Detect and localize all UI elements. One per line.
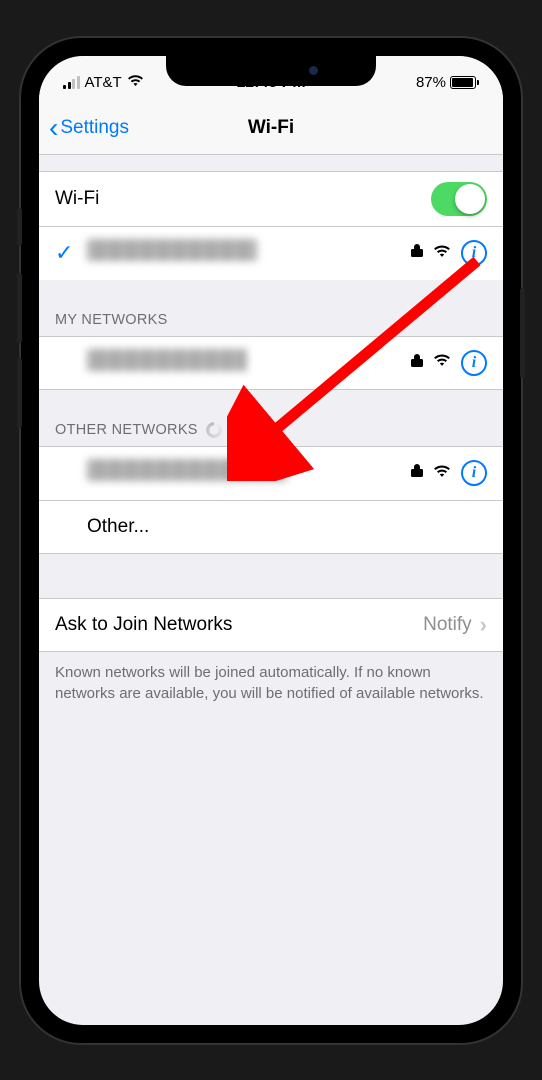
lock-icon	[411, 463, 423, 483]
battery-pct: 87%	[416, 74, 446, 91]
section-my-networks: MY NETWORKS	[39, 280, 503, 336]
wifi-strength-icon	[433, 464, 451, 483]
wifi-strength-icon	[433, 244, 451, 263]
wifi-toggle-row: Wi-Fi	[39, 171, 503, 226]
info-button[interactable]: i	[461, 460, 487, 486]
wifi-status-icon	[127, 74, 144, 91]
lock-icon	[411, 243, 423, 263]
ssid-obscured	[87, 459, 287, 481]
connected-network-row[interactable]: ✓ i	[39, 226, 503, 280]
wifi-switch[interactable]	[431, 182, 487, 216]
ssid-obscured	[87, 239, 257, 261]
nav-bar: ‹ Settings Wi-Fi	[39, 104, 503, 155]
other-network-row[interactable]: i	[39, 446, 503, 500]
carrier-label: AT&T	[85, 74, 122, 91]
spinner-icon	[206, 422, 222, 438]
other-label: Other...	[87, 516, 487, 538]
back-label: Settings	[60, 117, 129, 139]
chevron-right-icon: ›	[480, 612, 487, 638]
checkmark-icon: ✓	[55, 240, 73, 266]
battery-icon	[450, 76, 479, 89]
page-title: Wi-Fi	[248, 117, 294, 139]
wifi-toggle-label: Wi-Fi	[55, 188, 431, 210]
ask-to-join-row[interactable]: Ask to Join Networks Notify ›	[39, 598, 503, 652]
lock-icon	[411, 353, 423, 373]
section-label: MY NETWORKS	[55, 312, 168, 328]
ask-join-value: Notify	[423, 614, 472, 636]
my-network-row[interactable]: i	[39, 336, 503, 390]
back-button[interactable]: ‹ Settings	[49, 114, 129, 142]
info-button[interactable]: i	[461, 240, 487, 266]
ask-join-label: Ask to Join Networks	[55, 614, 423, 636]
wifi-strength-icon	[433, 353, 451, 372]
footer-description: Known networks will be joined automatica…	[39, 652, 503, 714]
info-button[interactable]: i	[461, 350, 487, 376]
other-manual-row[interactable]: Other...	[39, 500, 503, 554]
section-label: OTHER NETWORKS	[55, 422, 198, 438]
cell-signal-icon	[63, 76, 80, 89]
section-other-networks: OTHER NETWORKS	[39, 390, 503, 446]
chevron-left-icon: ‹	[49, 114, 58, 142]
ssid-obscured	[87, 349, 247, 371]
